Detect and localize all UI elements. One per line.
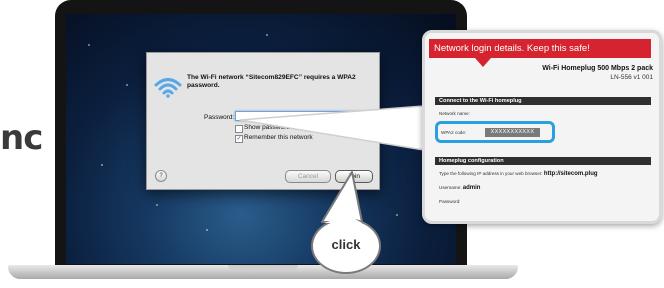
product-model: LN-556 v1 001: [610, 74, 653, 81]
section-connect-title: Connect to the Wi-Fi homeplug: [435, 97, 651, 105]
label-banner: Network login details. Keep this safe!: [429, 39, 651, 58]
wpa2-highlight-ring: [435, 121, 555, 143]
network-name-label: Network name:: [439, 111, 470, 116]
username-value: admin: [462, 185, 481, 191]
section-config-title: Homeplug configuration: [435, 157, 651, 165]
banner-pointer: [475, 58, 491, 67]
product-name: Wi-Fi Homeplug 500 Mbps 2 pack: [542, 65, 653, 72]
label-password-label: Password:: [439, 199, 461, 204]
username-row: Username: admin: [439, 185, 480, 191]
username-label: Username:: [439, 185, 462, 190]
network-label-card: Network login details. Keep this safe! W…: [422, 30, 662, 224]
callout-joint: [324, 215, 362, 223]
ip-url: http://sitecom.plug: [543, 171, 598, 177]
ip-instruction-row: Type the following IP address in your we…: [439, 171, 598, 177]
ip-instruction-text: Type the following IP address in your we…: [439, 171, 543, 176]
